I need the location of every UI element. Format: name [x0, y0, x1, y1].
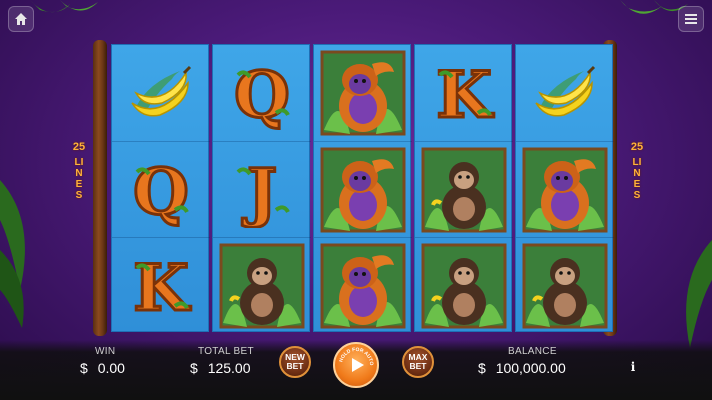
chimp-symbol	[516, 237, 614, 334]
reel-5	[515, 44, 614, 334]
chimp-symbol	[415, 141, 513, 238]
letter-q-symbol: Q	[112, 141, 210, 238]
reel-2: Q J	[212, 44, 311, 334]
play-icon	[352, 358, 364, 372]
total-bet-label: TOTAL BET	[198, 346, 254, 357]
orangutan-symbol	[314, 237, 412, 334]
reel-3	[313, 44, 412, 334]
reel-4: K	[414, 44, 513, 334]
max-bet-button[interactable]: MAX BET	[402, 346, 434, 378]
letter-k-symbol: K	[415, 45, 513, 141]
orangutan-symbol	[314, 45, 412, 141]
total-bet-value: $ 125.00	[190, 360, 251, 376]
svg-text:J: J	[242, 155, 277, 228]
paylines-count: 25	[72, 141, 86, 153]
spin-ring: HOLD FOR AUTOSPIN	[335, 344, 374, 372]
letter-q-symbol: Q	[213, 45, 311, 141]
letter-j-symbol: J	[213, 141, 311, 238]
total-bet-amount: 125.00	[207, 360, 251, 376]
home-button[interactable]	[8, 6, 34, 32]
menu-icon	[685, 14, 697, 24]
svg-text:Q: Q	[234, 58, 290, 131]
tree-trunk-left	[93, 40, 107, 336]
paylines-label: LINES	[74, 157, 84, 201]
balance-amount: 100,000.00	[495, 360, 566, 376]
chimp-symbol	[213, 237, 311, 334]
reel-frame: Q K Q J K	[93, 40, 617, 336]
orangutan-symbol	[314, 141, 412, 238]
leaves-left	[0, 180, 25, 328]
info-button[interactable]: i	[626, 360, 640, 374]
spin-button[interactable]: HOLD FOR AUTOSPIN	[333, 342, 379, 388]
currency-symbol: $	[190, 360, 198, 376]
win-value: $ 0.00	[80, 360, 125, 376]
menu-button[interactable]	[678, 6, 704, 32]
paylines-left: 25 LINES	[72, 141, 86, 202]
svg-text:Q: Q	[133, 155, 189, 228]
new-bet-button[interactable]: NEW BET	[279, 346, 311, 378]
chimp-symbol	[415, 237, 513, 334]
paylines-label: LINES	[632, 157, 642, 201]
svg-text:K: K	[133, 251, 191, 324]
balance-value: $ 100,000.00	[478, 360, 566, 376]
currency-symbol: $	[478, 360, 486, 376]
reel-1: Q K	[111, 44, 210, 334]
leaves-top-left	[30, 0, 98, 13]
orangutan-symbol	[516, 141, 614, 238]
currency-symbol: $	[80, 360, 88, 376]
banana-symbol	[516, 45, 614, 141]
win-amount: 0.00	[97, 360, 125, 376]
banana-symbol	[112, 45, 210, 141]
home-icon	[15, 13, 27, 25]
letter-k-symbol: K	[112, 237, 210, 334]
leaves-right	[686, 240, 712, 348]
svg-text:K: K	[436, 58, 494, 131]
paylines-right: 25 LINES	[630, 141, 644, 202]
balance-label: BALANCE	[508, 346, 557, 357]
paylines-count: 25	[630, 141, 644, 153]
win-label: WIN	[95, 346, 116, 357]
